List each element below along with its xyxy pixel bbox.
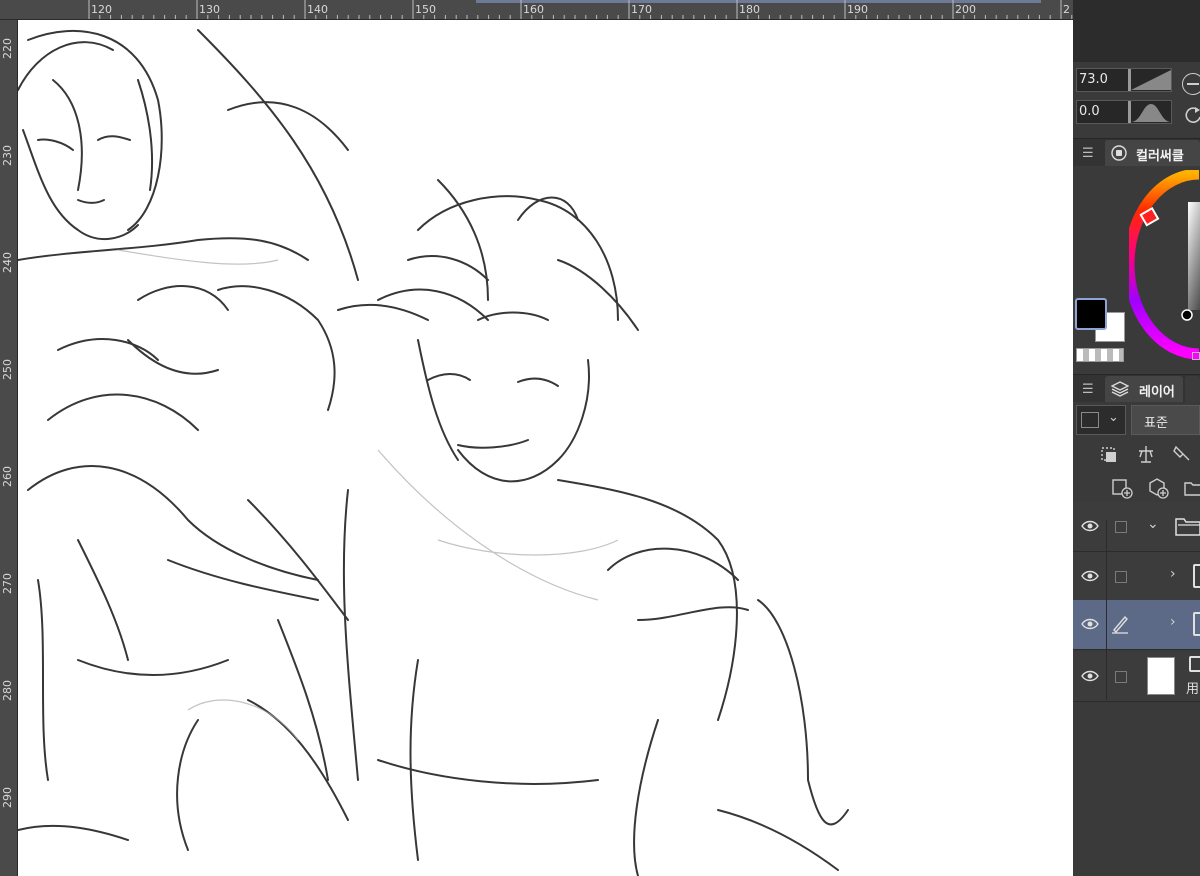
layer-panel-title: 레이어: [1139, 385, 1175, 400]
color-wheel[interactable]: [1129, 170, 1200, 370]
layer-column-divider: [1106, 520, 1107, 700]
layer-thumbnail: [1193, 564, 1200, 588]
paper-layer-icon: [1189, 656, 1200, 672]
drawing-canvas[interactable]: [18, 20, 1073, 876]
layer-select-checkbox[interactable]: [1115, 521, 1127, 533]
layer-panel-header: ☰ 레이어: [1073, 374, 1200, 402]
ruler-tick-y: 270: [1, 573, 14, 594]
layer-select-checkbox[interactable]: [1115, 571, 1127, 583]
ruler-tick-y: 240: [1, 252, 14, 273]
layers-icon: [1111, 381, 1129, 397]
reset-icon[interactable]: [1182, 104, 1200, 126]
transparent-color-swatch[interactable]: [1076, 348, 1124, 362]
color-option-icon[interactable]: [1192, 352, 1200, 360]
visibility-eye-icon[interactable]: [1081, 670, 1099, 682]
ruler-tick-y: 230: [1, 145, 14, 166]
new-folder-icon[interactable]: [1183, 477, 1200, 499]
menu-icon[interactable]: ☰: [1082, 146, 1094, 161]
color-panel-header: ☰ 컬러써클: [1073, 138, 1200, 166]
paper-thumbnail: [1147, 657, 1175, 695]
lock-layer-icon[interactable]: [1171, 443, 1193, 465]
new-raster-layer-icon[interactable]: [1111, 477, 1133, 499]
visibility-eye-icon[interactable]: [1081, 520, 1099, 532]
visibility-eye-icon[interactable]: [1081, 618, 1099, 630]
layer-row-sketch[interactable]: ›: [1073, 552, 1200, 602]
layer-row-paper[interactable]: 用: [1073, 652, 1200, 702]
ruler-tick-y: 290: [1, 787, 14, 808]
layer-select-checkbox[interactable]: [1115, 671, 1127, 683]
new-vector-layer-icon[interactable]: [1147, 477, 1169, 499]
ruler-tick-y: 220: [1, 38, 14, 59]
panel-top-strip: [1073, 0, 1200, 62]
brush-size-value: 73.0: [1079, 72, 1108, 87]
tab-color-circle[interactable]: 컬러써클: [1105, 140, 1200, 166]
horizontal-ruler: 120 130 140 150 160 170 180 190 200 2: [0, 0, 1073, 20]
size-ramp: [1131, 70, 1171, 90]
color-panel-title: 컬러써클: [1136, 149, 1184, 164]
chevron-right-icon[interactable]: ›: [1170, 614, 1176, 630]
ruler-tick-y: 250: [1, 359, 14, 380]
ruler-tick-y: 260: [1, 466, 14, 487]
blend-mode-value: 표준: [1144, 416, 1168, 431]
chevron-down-icon[interactable]: ⌄: [1147, 516, 1159, 532]
menu-icon[interactable]: ☰: [1082, 382, 1094, 397]
right-panel: 73.0 0.0 ☰ 컬러써클 ☰ 레이어 ⌄ 표준 ⌄ › › 用: [1073, 0, 1200, 876]
blend-mode-select[interactable]: 표준: [1131, 405, 1200, 435]
clip-layer-icon[interactable]: [1099, 443, 1121, 465]
sketch-artwork: [18, 29, 849, 876]
reference-layer-icon[interactable]: [1135, 443, 1157, 465]
layer-thumbnail: [1193, 612, 1200, 636]
pen-edit-icon: [1112, 615, 1128, 634]
chevron-right-icon[interactable]: ›: [1170, 566, 1176, 582]
color-circle-tab-icon: [1111, 145, 1127, 161]
layer-row-folder[interactable]: ⌄: [1073, 502, 1200, 552]
layer-list-empty-area: [1073, 702, 1200, 876]
tab-layer[interactable]: 레이어: [1105, 376, 1183, 402]
minus-circle-icon[interactable]: [1182, 73, 1200, 95]
tab-other[interactable]: [1185, 376, 1200, 402]
paper-layer-label: 用: [1186, 682, 1200, 697]
brush-size-slider[interactable]: 73.0: [1076, 68, 1172, 92]
chevron-down-icon: ⌄: [1108, 410, 1119, 425]
layer-color-dropdown[interactable]: ⌄: [1076, 405, 1126, 435]
brush-setting-slider[interactable]: 0.0: [1076, 100, 1172, 124]
brush-setting-value: 0.0: [1079, 104, 1100, 119]
ruler-ticks: [88, 0, 1073, 19]
visibility-eye-icon[interactable]: [1081, 570, 1099, 582]
folder-icon: [1175, 518, 1200, 536]
curve-ramp: [1131, 104, 1171, 122]
layer-row-selected[interactable]: ›: [1073, 600, 1200, 650]
vertical-ruler: 220 230 240 250 260 270 280 290: [0, 20, 18, 876]
layer-color-preview: [1081, 412, 1099, 428]
ruler-tick-y: 280: [1, 680, 14, 701]
main-color-swatch[interactable]: [1075, 298, 1107, 330]
